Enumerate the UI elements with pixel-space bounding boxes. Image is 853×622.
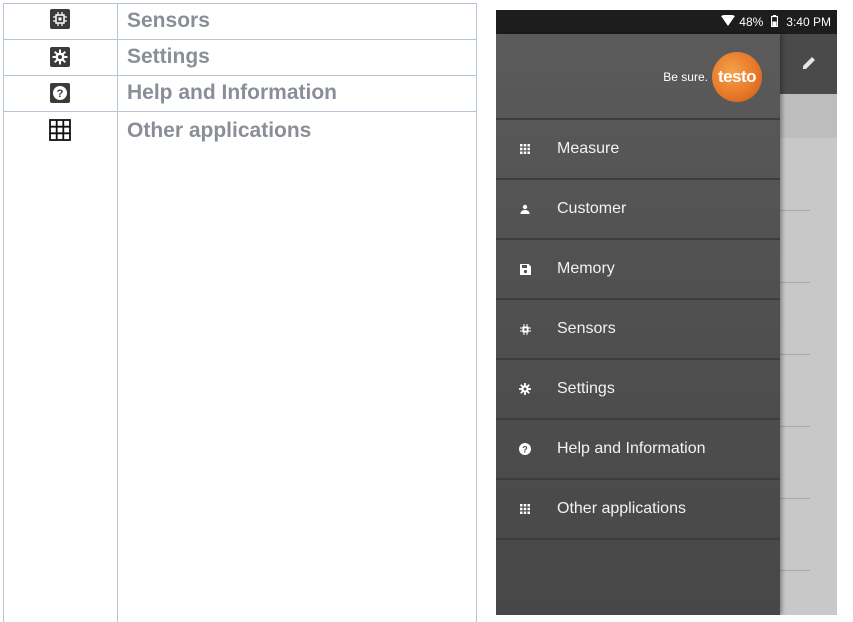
drawer-header: Be sure. testo bbox=[496, 34, 780, 118]
table-row: Settings bbox=[3, 39, 477, 75]
drawer-item-label: Other applications bbox=[557, 500, 686, 517]
divider bbox=[780, 282, 810, 283]
table-label: Sensors bbox=[127, 9, 210, 32]
drawer-item-label: Customer bbox=[557, 200, 627, 217]
divider bbox=[780, 210, 810, 211]
svg-text:?: ? bbox=[522, 445, 528, 455]
divider bbox=[780, 426, 810, 427]
drawer-item-customer[interactable]: Customer bbox=[496, 178, 780, 238]
table-icon-cell: ? bbox=[3, 83, 117, 103]
drawer-item-label: Settings bbox=[557, 380, 615, 397]
gear-icon bbox=[50, 47, 70, 67]
divider bbox=[780, 498, 810, 499]
testo-logo: testo bbox=[712, 52, 762, 102]
drawer-item-measure[interactable]: Measure bbox=[496, 118, 780, 178]
help-icon: ? bbox=[50, 83, 70, 103]
table-icon-cell bbox=[3, 47, 117, 67]
wifi-icon bbox=[721, 14, 736, 29]
svg-text:?: ? bbox=[57, 88, 64, 100]
documentation-table: Sensors Settings ? Help and Information … bbox=[3, 3, 477, 622]
drawer-item-memory[interactable]: Memory bbox=[496, 238, 780, 298]
sensors-chip-icon bbox=[518, 322, 532, 336]
brand-slogan: Be sure. bbox=[663, 70, 708, 84]
table-label: Other applications bbox=[127, 119, 312, 142]
edit-icon[interactable] bbox=[800, 54, 818, 77]
gear-icon bbox=[518, 382, 532, 396]
divider bbox=[780, 354, 810, 355]
sensors-chip-icon bbox=[50, 9, 70, 29]
table-row: ? Help and Information bbox=[3, 75, 477, 111]
drawer-item-settings[interactable]: Settings bbox=[496, 358, 780, 418]
navigation-drawer: Be sure. testo Measure Customer Memory S… bbox=[496, 34, 780, 615]
status-time: 3:40 PM bbox=[786, 15, 831, 29]
drawer-item-label: Help and Information bbox=[557, 440, 706, 457]
battery-level: 48% bbox=[739, 15, 764, 29]
table-row: Sensors bbox=[3, 3, 477, 39]
table-label: Settings bbox=[127, 45, 210, 68]
status-bar: 48% 3:40 PM bbox=[496, 10, 837, 34]
grid-icon bbox=[49, 119, 71, 141]
table-icon-cell bbox=[3, 9, 117, 29]
drawer-item-label: Measure bbox=[557, 140, 620, 157]
drawer-item-other-applications[interactable]: Other applications bbox=[496, 478, 780, 538]
app-subheader bbox=[780, 94, 837, 138]
battery-icon bbox=[771, 14, 779, 30]
grid-icon bbox=[518, 502, 532, 516]
table-row: Other applications bbox=[3, 111, 477, 151]
drawer-item-sensors[interactable]: Sensors bbox=[496, 298, 780, 358]
grid-icon bbox=[518, 142, 532, 156]
divider bbox=[780, 570, 810, 571]
person-icon bbox=[518, 202, 532, 216]
table-label: Help and Information bbox=[127, 81, 337, 104]
phone-screen: 48% 3:40 PM Be sure. testo Measure Custo… bbox=[496, 10, 837, 615]
drawer-divider bbox=[496, 538, 780, 540]
help-icon: ? bbox=[518, 442, 532, 456]
brand: Be sure. testo bbox=[663, 52, 762, 102]
drawer-item-label: Memory bbox=[557, 260, 615, 277]
save-icon bbox=[518, 262, 532, 276]
table-icon-cell bbox=[3, 119, 117, 141]
drawer-item-help[interactable]: ? Help and Information bbox=[496, 418, 780, 478]
drawer-item-label: Sensors bbox=[557, 320, 616, 337]
